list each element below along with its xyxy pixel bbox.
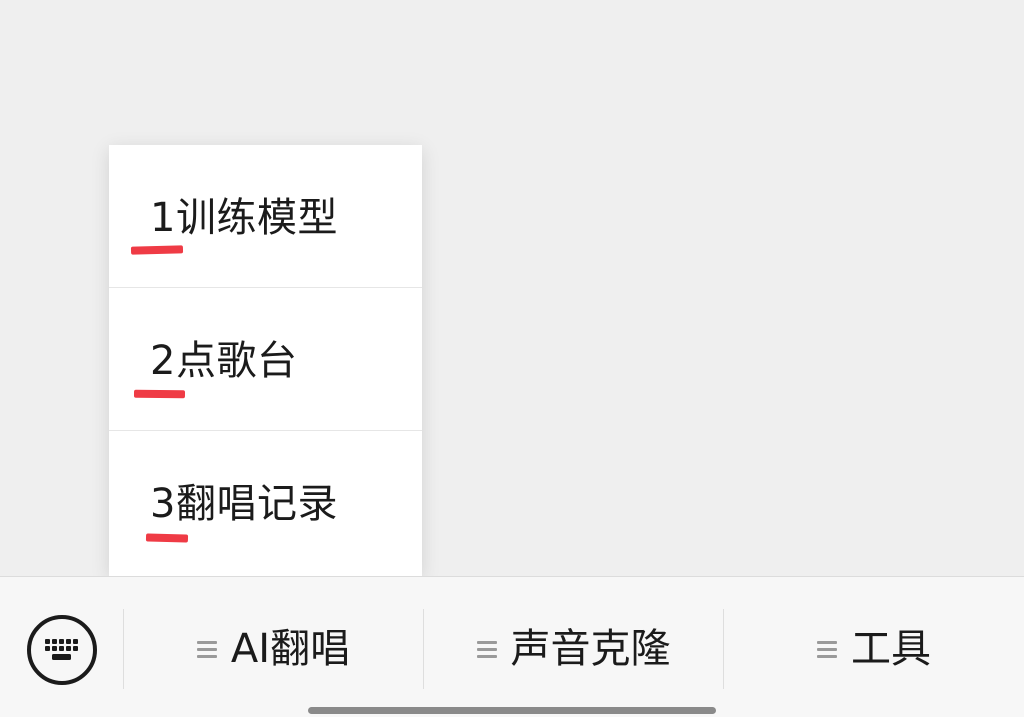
menu-item-song-request[interactable]: 2点歌台: [109, 288, 422, 431]
menu-item-cover-history[interactable]: 3翻唱记录: [109, 431, 422, 576]
menu-item-label: 2点歌台: [150, 338, 298, 384]
keyboard-icon: [45, 639, 78, 660]
tab-label: 声音克隆: [510, 626, 671, 672]
hamburger-menu-icon: [196, 637, 217, 662]
hamburger-menu-icon: [476, 637, 497, 662]
chat-screen: 1训练模型 2点歌台 3翻唱记录 AI翻唱 声音克隆 工具: [0, 0, 1024, 717]
menu-item-label: 3翻唱记录: [150, 481, 338, 527]
home-indicator[interactable]: [308, 707, 716, 714]
menu-item-train-model[interactable]: 1训练模型: [109, 145, 422, 288]
red-underline-annotation: [145, 533, 189, 543]
hamburger-menu-icon: [817, 637, 837, 662]
tab-voice-clone[interactable]: 声音克隆: [424, 609, 723, 689]
popup-menu: 1训练模型 2点歌台 3翻唱记录: [109, 145, 422, 576]
tab-label: AI翻唱: [230, 626, 351, 672]
tab-label: 工具: [851, 626, 931, 672]
keyboard-toggle-button[interactable]: [27, 615, 97, 685]
tab-ai-cover[interactable]: AI翻唱: [124, 609, 423, 689]
red-underline-annotation: [133, 389, 186, 399]
bottom-menu-bar: AI翻唱 声音克隆 工具: [0, 576, 1024, 717]
tab-tools[interactable]: 工具: [724, 609, 1024, 689]
menu-item-label: 1训练模型: [150, 195, 338, 241]
red-underline-annotation: [130, 245, 184, 255]
